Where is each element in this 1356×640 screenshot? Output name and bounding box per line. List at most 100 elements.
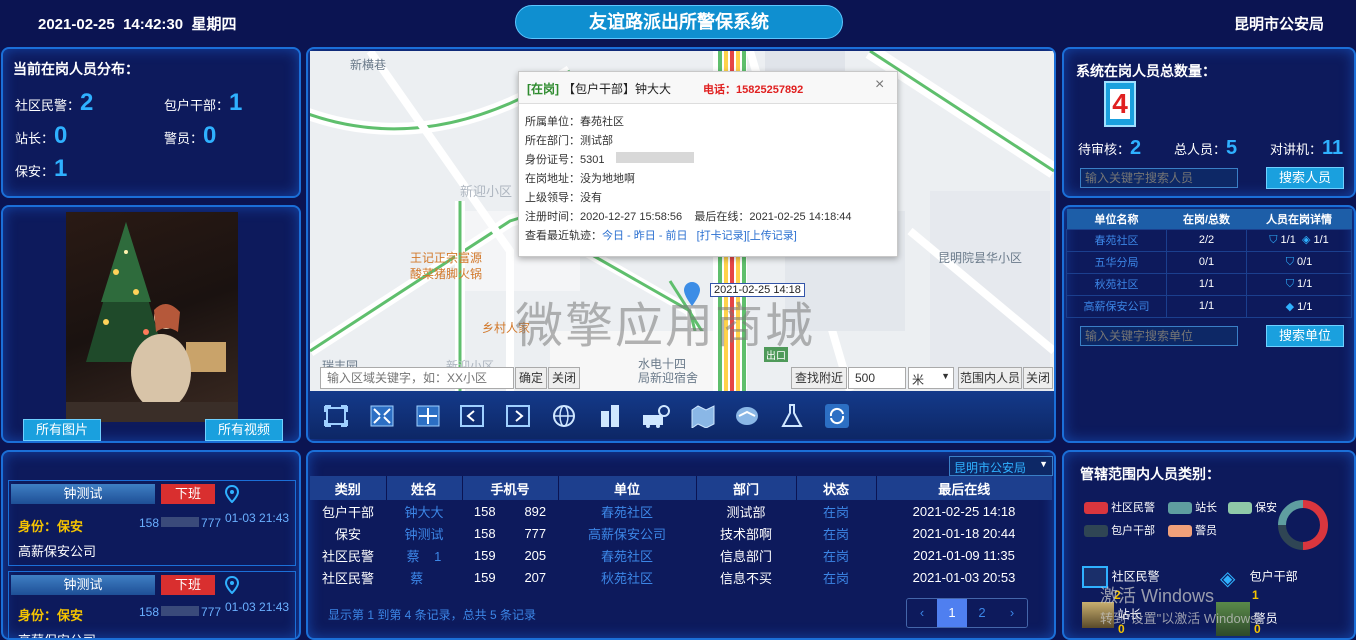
dist-item-police: 社区民警：2	[15, 89, 94, 116]
expand-icon[interactable]	[370, 405, 394, 427]
total-stat: 总人员：5	[1174, 137, 1238, 159]
person-search-input[interactable]	[1080, 168, 1238, 188]
person-name: 钟测试	[11, 484, 155, 504]
building-icon[interactable]	[598, 403, 622, 429]
all-photos-button[interactable]: 所有图片	[23, 419, 101, 441]
tile-officer: 警员 0	[1216, 602, 1278, 636]
refresh-icon[interactable]	[824, 403, 850, 429]
unit-row[interactable]: 秋苑社区 1/1 ⛉ 1/1	[1066, 272, 1352, 296]
org-select[interactable]: 昆明市公安局 ▼	[949, 456, 1053, 476]
layers-icon: ◈	[1301, 234, 1311, 246]
punch-record-link[interactable]: [打卡记录]	[697, 230, 747, 242]
legend-item: 站长	[1168, 499, 1217, 515]
unit-select[interactable]: 米 ▼	[908, 367, 954, 389]
donut-slice	[1302, 500, 1328, 550]
police-icon: ⛉	[1285, 277, 1294, 290]
prev-icon[interactable]	[460, 405, 484, 427]
unit-search-input[interactable]	[1080, 326, 1238, 346]
popup-line: 所属单位：春苑社区	[525, 116, 624, 128]
org-name: 昆明市公安局	[1234, 16, 1325, 33]
col-phone[interactable]: 手机号	[461, 476, 558, 500]
find-nearby-button[interactable]: 查找附近	[791, 367, 847, 389]
map-icon[interactable]	[690, 404, 716, 428]
tile-police: 社区民警 2	[1082, 566, 1160, 602]
track-link[interactable]: 今日 - 昨日 - 前日	[602, 230, 688, 242]
person-identity: 身份：保安	[18, 519, 84, 534]
chevron-down-icon: ▼	[1039, 459, 1048, 469]
total-title: 系统在岗人员总数量：	[1076, 63, 1216, 79]
persons-panel: 钟测试 下班 身份：保安 158 777 01-03 21:43 高薪保安公司 钟…	[1, 450, 301, 640]
person-name: 钟测试	[11, 575, 155, 595]
flask-icon[interactable]	[780, 403, 804, 429]
table-row[interactable]: 包户干部 钟大大 158 892 春苑社区 测试部 在岗 2021-02-25 …	[310, 500, 1052, 522]
total-panel: 系统在岗人员总数量： 4 待审核：2 总人员：5 对讲机：11 搜索人员	[1062, 47, 1356, 198]
location-pin-icon[interactable]	[225, 485, 239, 503]
in-range-button[interactable]: 范围内人员	[958, 367, 1022, 389]
table-row[interactable]: 社区民警 蔡 159 207 秋苑社区 信息不买 在岗 2021-01-03 2…	[310, 566, 1052, 588]
search-unit-button[interactable]: 搜索单位	[1266, 325, 1344, 347]
legend-item: 警员	[1168, 522, 1217, 538]
police-badge-icon	[1082, 566, 1108, 588]
close-icon[interactable]: ×	[875, 76, 884, 94]
col-dept[interactable]: 部门	[695, 476, 796, 500]
popup-line: 上级领导：没有	[525, 192, 602, 204]
map-label: 王记正宗富源	[410, 251, 483, 265]
distribution-panel: 当前在岗人员分布： 社区民警：2 包户干部：1 站长：0 警员：0 保安：1	[1, 47, 301, 198]
search-person-button[interactable]: 搜索人员	[1266, 167, 1344, 189]
col-unit[interactable]: 单位	[557, 476, 696, 500]
officer-avatar	[1216, 602, 1250, 636]
records-table: 类别 姓名 手机号 单位 部门 状态 最后在线 包户干部 钟大大 158 892…	[310, 476, 1052, 588]
search-vehicle-icon[interactable]	[642, 403, 672, 429]
page-prev-button[interactable]: ‹	[907, 599, 937, 627]
radius-input[interactable]: 500	[848, 367, 906, 389]
upload-record-link[interactable]: [上传记录]	[747, 230, 797, 242]
handshake-icon[interactable]	[734, 404, 760, 428]
col-status[interactable]: 状态	[795, 476, 876, 500]
map-marker-icon[interactable]	[683, 281, 701, 307]
col-category[interactable]: 类别	[310, 476, 386, 500]
legend-swatch	[1168, 502, 1192, 515]
unit-row[interactable]: 五华分局 0/1 ⛉ 0/1	[1066, 250, 1352, 274]
page-next-button[interactable]: ›	[997, 599, 1027, 627]
col-last-online[interactable]: 最后在线	[875, 476, 1052, 500]
globe-icon[interactable]	[552, 404, 576, 428]
popup-role-name: 【包户干部】钟大大	[563, 82, 672, 96]
table-row[interactable]: 社区民警 蔡 1 159 205 春苑社区 信息部门 在岗 2021-01-09…	[310, 544, 1052, 566]
popup-line: 在岗地址：没为地地啊	[525, 173, 635, 185]
page-1-button[interactable]: 1	[937, 599, 967, 627]
stationmaster-avatar	[1082, 602, 1114, 628]
units-header-row: 单位名称 在岗/总数 人员在岗详情	[1066, 209, 1352, 229]
off-duty-button[interactable]: 下班	[161, 484, 215, 504]
person-card: 钟测试 下班 身份：保安 158777 01-03 21:43 高薪保安公司	[8, 571, 296, 638]
category-donut-chart	[1278, 500, 1328, 550]
page-2-button[interactable]: 2	[967, 599, 997, 627]
range-close-button[interactable]: 关闭	[1023, 367, 1053, 389]
all-videos-button[interactable]: 所有视频	[205, 419, 283, 441]
unit-row[interactable]: 高薪保安公司 1/1 ◆ 1/1	[1066, 294, 1352, 318]
confirm-button[interactable]: 确定	[515, 367, 547, 389]
layers-icon: ◈	[1220, 568, 1236, 590]
unit-row[interactable]: 春苑社区 2/2 ⛉ 1/1 ◈ 1/1	[1066, 228, 1352, 252]
col-name[interactable]: 姓名	[385, 476, 462, 500]
fullscreen-icon[interactable]	[324, 405, 348, 427]
table-row[interactable]: 保安 钟测试 158 777 高薪保安公司 技术部啊 在岗 2021-01-18…	[310, 522, 1052, 544]
photo-preview[interactable]	[66, 212, 238, 422]
legend-item: 保安	[1228, 499, 1277, 515]
popup-phone: 电话：15825257892	[703, 84, 804, 96]
off-duty-button[interactable]: 下班	[161, 575, 215, 595]
christmas-photo	[66, 222, 238, 422]
map-label: 新横巷	[350, 58, 387, 72]
units-table: 单位名称 在岗/总数 人员在岗详情 春苑社区 2/2 ⛉ 1/1 ◈ 1/1 五…	[1066, 209, 1352, 318]
donut-slice	[1278, 500, 1304, 526]
collapse-icon[interactable]	[416, 405, 440, 427]
area-search-input[interactable]	[320, 367, 514, 389]
categories-panel: 管辖范围内人员类别： 社区民警 站长 保安 包户干部 警员 社区民警 2 ◈ 包…	[1062, 450, 1356, 640]
area-close-button[interactable]: 关闭	[548, 367, 580, 389]
map-panel: 新横巷 新迎小区 王记正宗富源 酸菜猪脚火锅 乡村人家 昆明院昙华小区 水电十四…	[306, 47, 1056, 443]
distribution-title: 当前在岗人员分布：	[13, 61, 139, 77]
map-canvas[interactable]: 新横巷 新迎小区 王记正宗富源 酸菜猪脚火锅 乡村人家 昆明院昙华小区 水电十四…	[310, 51, 1054, 391]
next-icon[interactable]	[506, 405, 530, 427]
police-icon: ⛉	[1269, 234, 1278, 246]
person-card: 钟测试 下班 身份：保安 158777 01-03 21:43 高薪保安公司	[8, 480, 296, 566]
location-pin-icon[interactable]	[225, 576, 239, 594]
